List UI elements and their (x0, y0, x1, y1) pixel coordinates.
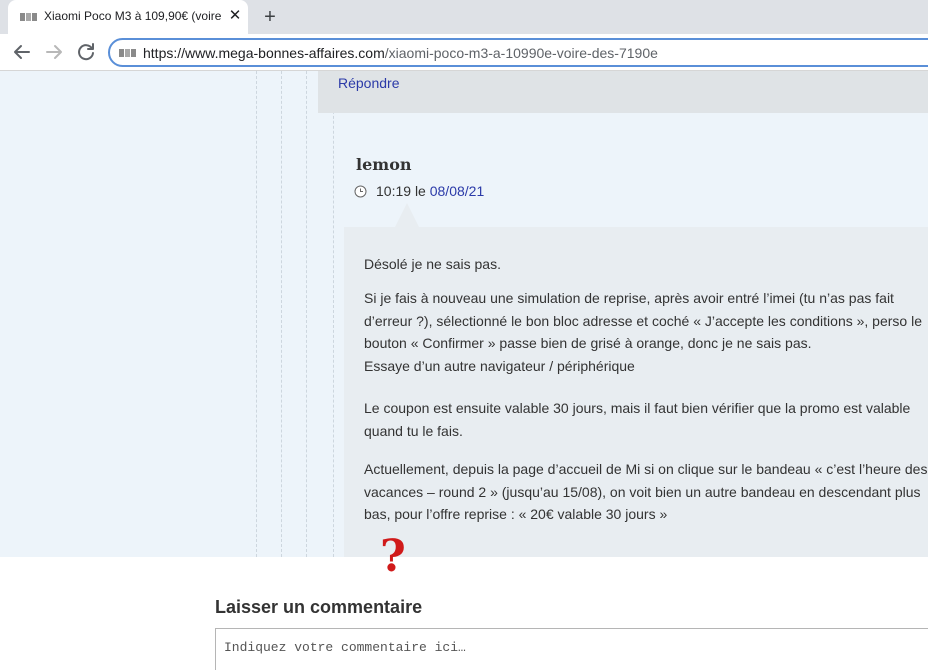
comment-time: 10:19 (376, 183, 412, 199)
thread-line (306, 71, 307, 557)
site-favicon-icon (119, 49, 136, 57)
tab-strip: Xiaomi Poco M3 à 109,90€ (voire ✕ + (0, 0, 928, 34)
comment-paragraph: Désolé je ne sais pas. (364, 256, 501, 272)
question-mark-annotation: ? (380, 531, 406, 582)
new-tab-icon[interactable]: + (259, 6, 281, 28)
url-path: /xiaomi-poco-m3-a-10990e-voire-des-7190e (384, 45, 658, 61)
comment-meta: 10:19 le 08/08/21 (376, 183, 484, 199)
parent-comment-footer: Répondre (318, 71, 928, 113)
site-favicon-icon (20, 13, 37, 21)
back-arrow-icon[interactable] (10, 40, 34, 64)
page-content: Répondre lemon 10:19 le 08/08/21 Désolé … (0, 71, 928, 670)
comment-input[interactable] (215, 628, 928, 670)
reload-icon[interactable] (74, 40, 98, 64)
url-text[interactable]: https://www.mega-bonnes-affaires.com/xia… (143, 45, 658, 61)
tab-close-icon[interactable]: ✕ (227, 8, 243, 24)
reply-link[interactable]: Répondre (338, 75, 400, 91)
tab-title: Xiaomi Poco M3 à 109,90€ (voire (44, 9, 222, 23)
comment-date-link[interactable]: 08/08/21 (430, 183, 485, 199)
comment-date-prefix: le (414, 183, 426, 199)
clock-icon (354, 185, 367, 198)
thread-line (256, 71, 257, 557)
browser-toolbar: https://www.mega-bonnes-affaires.com/xia… (0, 34, 928, 71)
leave-comment-title: Laisser un commentaire (215, 597, 423, 617)
url-host: https://www.mega-bonnes-affaires.com (143, 45, 385, 61)
address-bar[interactable]: https://www.mega-bonnes-affaires.com/xia… (108, 38, 928, 67)
comment-author: lemon (356, 155, 412, 174)
thread-line (333, 71, 334, 557)
comment-paragraph: Si je fais à nouveau une simulation de r… (364, 290, 922, 351)
thread-line (281, 71, 282, 557)
forward-arrow-icon[interactable] (42, 40, 66, 64)
comment-paragraph: Actuellement, depuis la page d’accueil d… (364, 461, 928, 522)
browser-tab[interactable]: Xiaomi Poco M3 à 109,90€ (voire ✕ (8, 0, 248, 34)
comment-paragraph: Le coupon est ensuite valable 30 jours, … (364, 400, 911, 439)
comment-paragraph-group: Si je fais à nouveau une simulation de r… (364, 287, 928, 377)
comment-paragraph: Essaye d’un autre navigateur / périphéri… (364, 357, 635, 374)
comment-bubble-tail (395, 203, 419, 227)
comment-body: Désolé je ne sais pas. Si je fais à nouv… (344, 227, 928, 557)
